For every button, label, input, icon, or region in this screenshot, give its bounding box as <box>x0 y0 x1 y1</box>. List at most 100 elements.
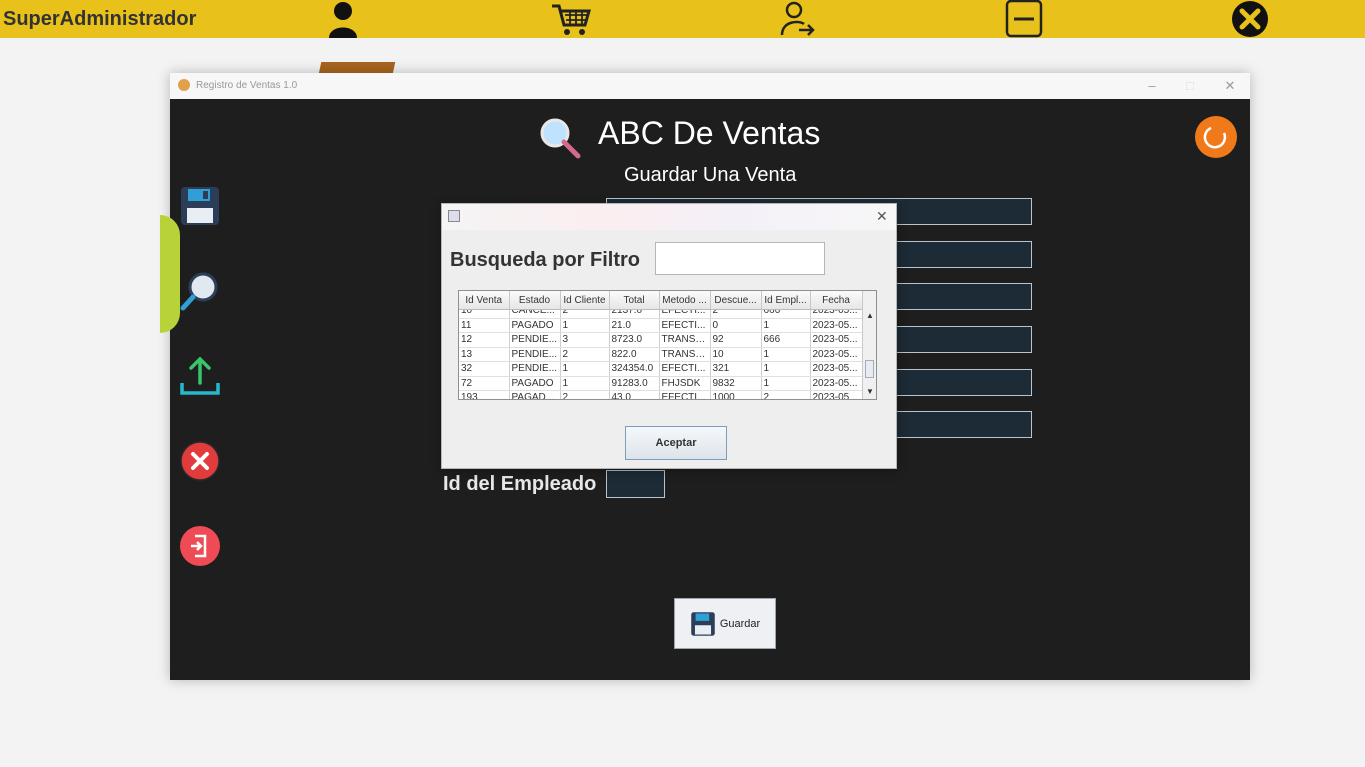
table-row[interactable]: 11 PAGADO 1 21.0 EFECTI... 0 1 2023-05... <box>459 318 862 333</box>
table-cell: EFECTI... <box>659 310 711 319</box>
column-header[interactable]: Id Cliente <box>560 291 610 310</box>
table-cell: 2023-05... <box>810 390 862 399</box>
table-cell: 1 <box>761 361 811 377</box>
table-row[interactable]: 12 PENDIE... 3 8723.0 TRANSF... 92 666 2023-05.… <box>459 332 862 348</box>
window-maximize-button[interactable]: □ <box>1175 76 1205 96</box>
table-cell: 0 <box>710 318 762 333</box>
table-row[interactable]: 72 PAGADO 1 91283.0 FHJSDK 9832 1 2023-05... <box>459 376 862 391</box>
table-cell: EFECTI... <box>659 390 711 399</box>
table-cell: 2023-05... <box>810 376 862 391</box>
table-cell: 91283.0 <box>609 376 660 391</box>
table-row[interactable]: 193 PAGAD... 2 43.0 EFECTI... 1000 2 2023-05... <box>459 390 862 399</box>
upload-icon[interactable] <box>178 354 222 398</box>
floppy-icon <box>691 611 715 636</box>
user-logout-icon[interactable] <box>777 0 817 38</box>
table-cell: 1 <box>560 318 610 333</box>
table-row[interactable]: 32 PENDIE... 1 324354.0 EFECTI... 321 1 2023-05… <box>459 361 862 377</box>
table-cell: 3 <box>560 332 610 348</box>
table-cell: 8723.0 <box>609 332 660 348</box>
table-cell: 11 <box>459 318 510 333</box>
table-cell: 666 <box>761 332 811 348</box>
table-cell: 2 <box>710 310 762 319</box>
sales-table-body: 10 CANCE... 2 2137.0 EFECTI... 2 666 2023-05...… <box>459 310 862 399</box>
table-cell: 2 <box>761 390 811 399</box>
table-cell: 13 <box>459 347 510 362</box>
top-bar: SuperAdministrador <box>0 0 1365 38</box>
table-cell: 321 <box>710 361 762 377</box>
exit-icon[interactable] <box>178 524 222 568</box>
table-cell: 1 <box>761 318 811 333</box>
table-cell: 2 <box>560 390 610 399</box>
table-cell: PENDIE... <box>509 347 561 362</box>
save-sale-button[interactable]: Guardar <box>674 598 776 649</box>
table-cell: PAGADO <box>509 376 561 391</box>
column-header[interactable]: Total <box>609 291 660 310</box>
column-header[interactable]: Fecha <box>810 291 863 310</box>
table-cell: 1 <box>761 376 811 391</box>
search-magnifier-icon <box>538 117 582 164</box>
table-cell: 2023-05... <box>810 347 862 362</box>
column-header[interactable]: Descue... <box>710 291 762 310</box>
close-icon[interactable] <box>1229 0 1271 38</box>
table-cell: 1 <box>560 376 610 391</box>
table-cell: 2023-05... <box>810 361 862 377</box>
table-cell: EFECTI... <box>659 318 711 333</box>
page-title: ABC De Ventas <box>598 115 821 151</box>
column-header[interactable]: Metodo ... <box>659 291 711 310</box>
refresh-button[interactable] <box>1195 116 1237 158</box>
table-cell: 12 <box>459 332 510 348</box>
search-icon[interactable] <box>178 269 222 313</box>
table-scrollbar[interactable]: ▲ ▼ <box>862 291 876 399</box>
accept-button[interactable]: Aceptar <box>625 426 727 460</box>
column-header[interactable]: Id Venta <box>459 291 510 310</box>
filter-dialog: ✕ Busqueda por Filtro Id Venta Estado Id… <box>441 203 897 469</box>
window-titlebar: Registro de Ventas 1.0 – □ ✕ <box>170 73 1250 99</box>
window-minimize-button[interactable]: – <box>1137 76 1167 96</box>
window-title: Registro de Ventas 1.0 <box>196 80 298 91</box>
table-cell: 21.0 <box>609 318 660 333</box>
table-cell: 2023-05... <box>810 332 862 348</box>
column-header[interactable]: Estado <box>509 291 561 310</box>
table-row[interactable]: 10 CANCE... 2 2137.0 EFECTI... 2 666 2023-05... <box>459 310 862 319</box>
table-cell: PENDIE... <box>509 332 561 348</box>
delete-icon[interactable] <box>178 439 222 483</box>
table-cell: 72 <box>459 376 510 391</box>
table-cell: 92 <box>710 332 762 348</box>
minimize-icon[interactable] <box>1003 0 1045 38</box>
table-cell: 193 <box>459 390 510 399</box>
table-cell: 1 <box>560 361 610 377</box>
sales-table[interactable]: Id Venta Estado Id Cliente Total Metodo … <box>458 290 877 400</box>
table-row[interactable]: 13 PENDIE... 2 822.0 TRANSF... 10 1 2023-05... <box>459 347 862 362</box>
table-cell: 10 <box>459 310 510 319</box>
table-cell: 1 <box>761 347 811 362</box>
table-cell: 10 <box>710 347 762 362</box>
user-icon[interactable] <box>323 0 363 38</box>
employee-id-input[interactable] <box>606 470 665 498</box>
dialog-app-icon <box>448 210 460 222</box>
table-cell: 2023-05... <box>810 310 862 319</box>
user-role-title: SuperAdministrador <box>3 8 197 30</box>
cart-icon[interactable] <box>549 0 593 38</box>
save-icon[interactable] <box>178 184 222 228</box>
save-sale-label: Guardar <box>719 617 761 630</box>
app-icon <box>178 79 190 91</box>
table-cell: CANCE... <box>509 310 561 319</box>
dialog-titlebar: ✕ <box>442 204 896 230</box>
table-cell: 2 <box>560 347 610 362</box>
dialog-close-button[interactable]: ✕ <box>876 208 888 225</box>
table-cell: FHJSDK <box>659 376 711 391</box>
scroll-up-arrow-icon[interactable]: ▲ <box>866 311 874 320</box>
table-cell: PAGADO <box>509 318 561 333</box>
table-cell: 2 <box>560 310 610 319</box>
decorative-arc <box>160 215 180 333</box>
table-cell: 1000 <box>710 390 762 399</box>
table-cell: 43.0 <box>609 390 660 399</box>
sales-table-header: Id Venta Estado Id Cliente Total Metodo … <box>459 291 863 310</box>
scroll-thumb[interactable] <box>865 360 874 378</box>
page-subtitle: Guardar Una Venta <box>624 164 797 186</box>
scroll-down-arrow-icon[interactable]: ▼ <box>866 387 874 396</box>
window-close-button[interactable]: ✕ <box>1215 76 1245 96</box>
column-header[interactable]: Id Empl... <box>761 291 811 310</box>
filter-input[interactable] <box>655 242 825 275</box>
table-cell: PENDIE... <box>509 361 561 377</box>
